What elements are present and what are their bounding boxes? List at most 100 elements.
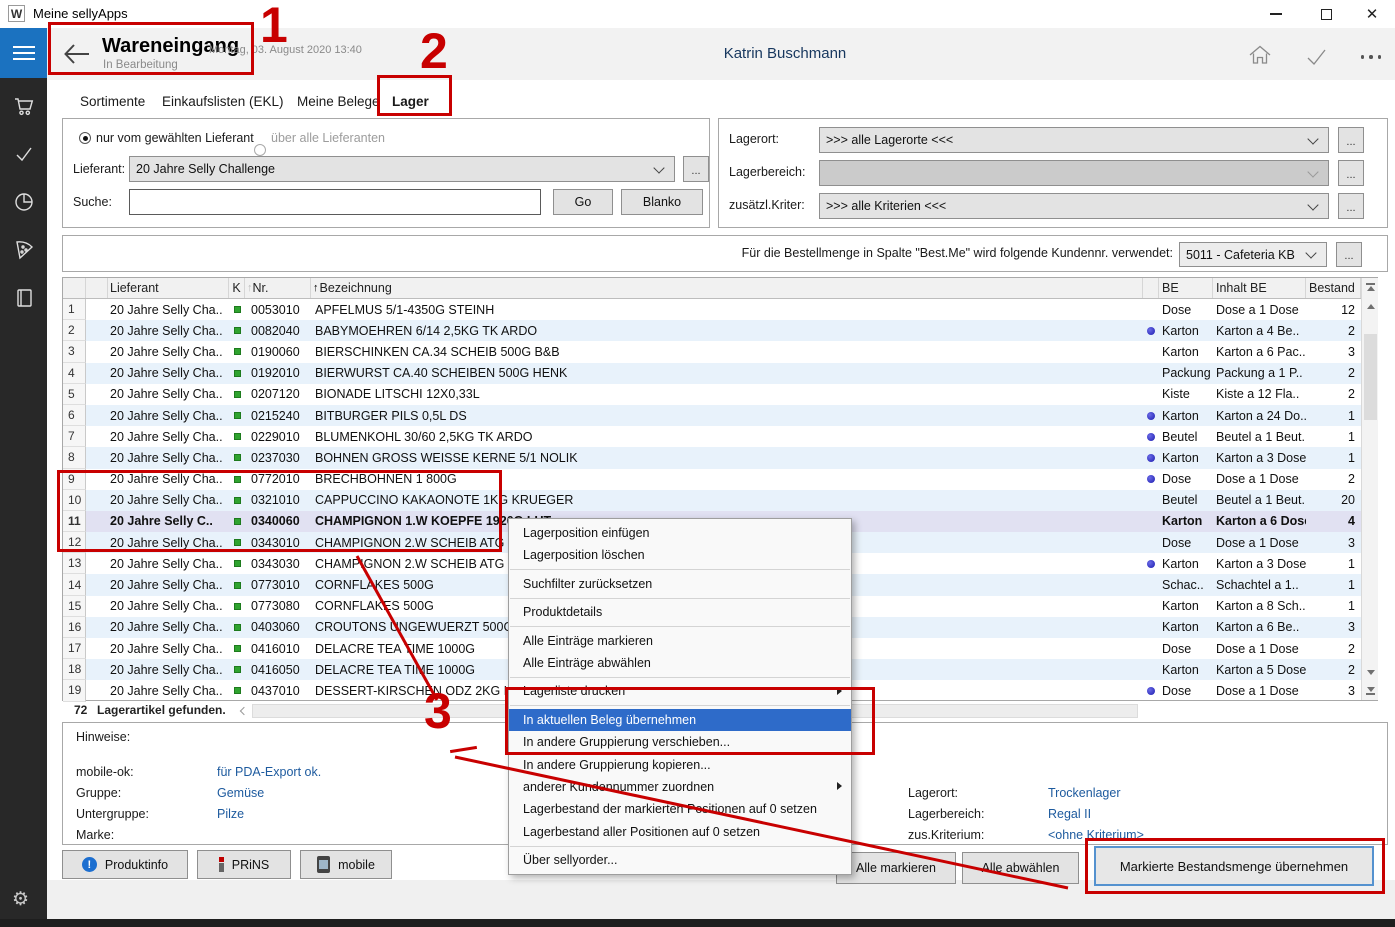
- context-menu-item[interactable]: Über sellyorder...: [509, 849, 851, 871]
- table-row[interactable]: 120 Jahre Selly Cha..0053010APFELMUS 5/1…: [63, 299, 1361, 320]
- context-menu-item[interactable]: Lagerposition löschen: [509, 544, 851, 566]
- go-button[interactable]: Go: [553, 189, 613, 215]
- scroll-bottom-icon: [1367, 687, 1375, 692]
- lagerbereich-dropdown: [819, 160, 1329, 186]
- context-menu-item[interactable]: Produktdetails: [509, 601, 851, 623]
- table-row[interactable]: 320 Jahre Selly Cha..0190060BIERSCHINKEN…: [63, 341, 1361, 362]
- markierte-bestandsmenge-uebernehmen-button[interactable]: Markierte Bestandsmenge übernehmen: [1094, 846, 1374, 886]
- table-row[interactable]: 920 Jahre Selly Cha..0772010BRECHBOHNEN …: [63, 469, 1361, 490]
- context-menu-item[interactable]: In aktuellen Beleg übernehmen: [509, 709, 851, 731]
- green-status-icon: [234, 582, 241, 589]
- table-row[interactable]: 720 Jahre Selly Cha..0229010BLUMENKOHL 3…: [63, 426, 1361, 447]
- confirm-button[interactable]: [1302, 44, 1330, 70]
- scroll-bottom-button[interactable]: [1362, 682, 1379, 700]
- col-header-inhalt-be[interactable]: Inhalt BE: [1213, 278, 1306, 298]
- book-icon: [12, 286, 36, 310]
- produktinfo-button[interactable]: ! Produktinfo: [62, 850, 188, 879]
- col-header-lieferant[interactable]: Lieferant: [108, 278, 229, 298]
- customer-number-dropdown[interactable]: 5011 - Cafeteria KB: [1179, 242, 1327, 267]
- col-header-k[interactable]: K: [229, 278, 245, 298]
- app-logo-icon: W: [8, 5, 25, 22]
- app-title: Meine sellyApps: [33, 6, 128, 21]
- close-button[interactable]: ✕: [1355, 0, 1389, 28]
- chevron-left-icon: [239, 707, 247, 715]
- context-menu-item[interactable]: Suchfilter zurücksetzen: [509, 573, 851, 595]
- context-menu-item[interactable]: Lagerposition einfügen: [509, 522, 851, 544]
- untergruppe-value: Pilze: [217, 807, 244, 821]
- col-header-be[interactable]: BE: [1159, 278, 1213, 298]
- blanko-button[interactable]: Blanko: [621, 189, 703, 215]
- sidebar-item-catalog[interactable]: [11, 285, 36, 310]
- zusaetzl-kriterien-more-button[interactable]: ...: [1338, 193, 1364, 219]
- lieferant-dropdown[interactable]: 20 Jahre Selly Challenge: [129, 156, 675, 182]
- tab-einkaufslisten[interactable]: Einkaufslisten (EKL): [162, 90, 284, 112]
- alle-abwaehlen-button[interactable]: Alle abwählen: [962, 852, 1079, 884]
- context-menu-item[interactable]: Lagerbestand aller Positionen auf 0 setz…: [509, 821, 851, 843]
- mobile-button[interactable]: mobile: [300, 850, 392, 879]
- tab-meine-belege[interactable]: Meine Belege: [297, 90, 380, 112]
- bottom-bar: [0, 919, 1395, 927]
- lagerort-detail-value: Trockenlager: [1048, 786, 1121, 800]
- green-status-icon: [234, 412, 241, 419]
- context-menu-item[interactable]: In andere Gruppierung kopieren...: [509, 754, 851, 776]
- hscroll-left-button[interactable]: [236, 704, 251, 718]
- search-input[interactable]: [129, 189, 541, 215]
- context-menu-item[interactable]: In andere Gruppierung verschieben...: [509, 731, 851, 753]
- col-header-bezeichnung[interactable]: ↑Bezeichnung: [311, 278, 1143, 298]
- radio-only-selected-supplier[interactable]: [79, 132, 91, 144]
- context-menu-item[interactable]: anderer Kundennummer zuordnen: [509, 776, 851, 798]
- lieferant-value: 20 Jahre Selly Challenge: [130, 162, 655, 176]
- green-status-icon: [234, 370, 241, 377]
- result-count: 72: [74, 703, 87, 717]
- table-row[interactable]: 1020 Jahre Selly Cha..0321010CAPPUCCINO …: [63, 490, 1361, 511]
- sidebar-item-offers[interactable]: [11, 237, 36, 262]
- table-row[interactable]: 820 Jahre Selly Cha..0237030BOHNEN GROSS…: [63, 447, 1361, 468]
- menu-separator: [510, 846, 850, 847]
- table-row[interactable]: 620 Jahre Selly Cha..0215240BITBURGER PI…: [63, 405, 1361, 426]
- scroll-down-button[interactable]: [1362, 663, 1379, 681]
- chevron-down-icon: [1305, 247, 1316, 258]
- lagerort-dropdown[interactable]: >>> alle Lagerorte <<<: [819, 127, 1329, 153]
- vertical-scrollbar[interactable]: [1361, 278, 1378, 700]
- table-row[interactable]: 420 Jahre Selly Cha..0192010BIERWURST CA…: [63, 363, 1361, 384]
- context-menu-item[interactable]: Alle Einträge abwählen: [509, 652, 851, 674]
- zusaetzl-kriterien-dropdown[interactable]: >>> alle Kriterien <<<: [819, 193, 1329, 219]
- back-arrow-icon[interactable]: [62, 41, 92, 67]
- sidebar-item-cart[interactable]: [11, 93, 36, 118]
- lagerbereich-more-button[interactable]: ...: [1338, 160, 1364, 186]
- order-customer-panel: Für die Bestellmenge in Spalte "Best.Me"…: [62, 235, 1388, 272]
- lagerort-label: Lagerort:: [729, 132, 779, 146]
- lagerort-value: >>> alle Lagerorte <<<: [820, 133, 1309, 147]
- hamburger-menu-button[interactable]: [0, 28, 47, 78]
- settings-gear-icon[interactable]: ⚙: [12, 888, 29, 911]
- scroll-up-button[interactable]: [1362, 297, 1379, 315]
- table-header: Lieferant K ↑Nr. ↑Bezeichnung BE Inhalt …: [63, 278, 1361, 299]
- page-datetime: Montag, 03. August 2020 13:40: [209, 44, 362, 56]
- customer-more-button[interactable]: ...: [1336, 242, 1362, 267]
- green-status-icon: [234, 476, 241, 483]
- col-header-nr[interactable]: ↑Nr.: [245, 278, 311, 298]
- submenu-arrow-icon: [837, 782, 842, 790]
- lagerort-more-button[interactable]: ...: [1338, 127, 1364, 153]
- table-row[interactable]: 220 Jahre Selly Cha..0082040BABYMOEHREN …: [63, 320, 1361, 341]
- scrollbar-thumb[interactable]: [1364, 334, 1377, 420]
- home-button[interactable]: [1246, 42, 1274, 68]
- alle-markieren-button[interactable]: Alle markieren: [836, 852, 956, 884]
- radio-all-suppliers[interactable]: [254, 144, 266, 156]
- scroll-top-icon: [1367, 286, 1375, 291]
- lieferant-more-button[interactable]: ...: [683, 156, 709, 182]
- minimize-button[interactable]: [1259, 0, 1293, 28]
- tab-sortimente[interactable]: Sortimente: [80, 90, 145, 112]
- more-options-button[interactable]: [1357, 44, 1385, 70]
- tab-lager[interactable]: Lager: [392, 90, 429, 112]
- col-header-bestand[interactable]: Bestand: [1306, 278, 1361, 298]
- table-row[interactable]: 520 Jahre Selly Cha..0207120BIONADE LITS…: [63, 384, 1361, 405]
- sidebar-item-statistics[interactable]: [11, 189, 36, 214]
- scroll-top-button[interactable]: [1362, 278, 1379, 296]
- context-menu-item[interactable]: Lagerbestand der markierten Positionen a…: [509, 798, 851, 820]
- context-menu-item[interactable]: Alle Einträge markieren: [509, 630, 851, 652]
- sidebar-item-tasks[interactable]: [11, 141, 36, 166]
- maximize-button[interactable]: [1309, 0, 1343, 28]
- context-menu-item[interactable]: Lagerliste drucken: [509, 680, 851, 702]
- prins-button[interactable]: PRiNS: [197, 850, 291, 879]
